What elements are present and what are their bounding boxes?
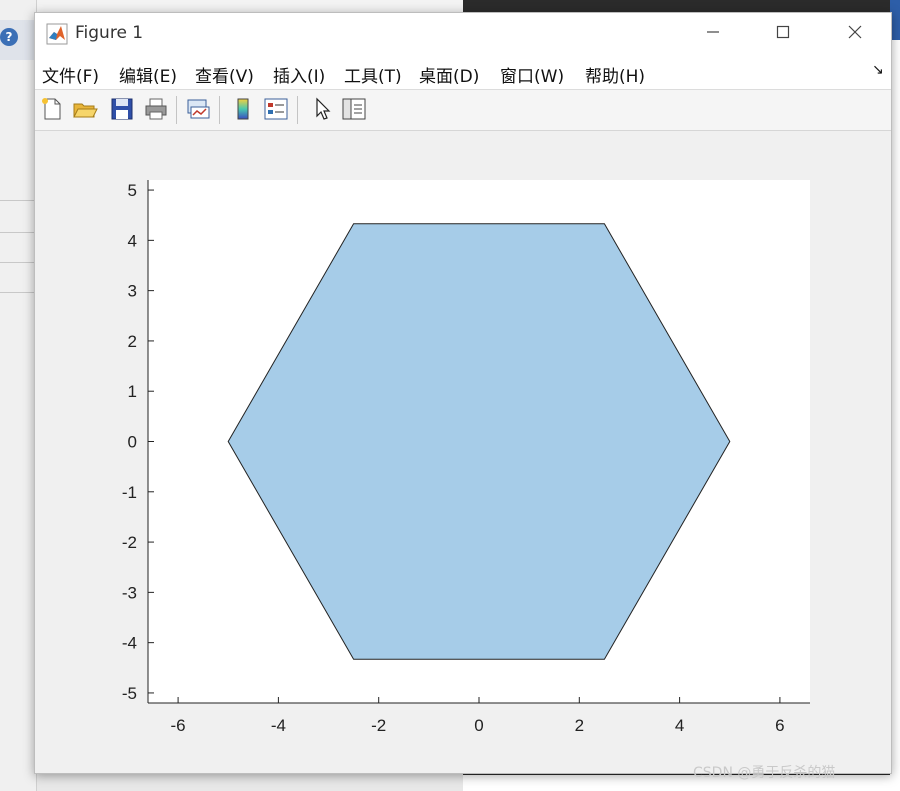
divider xyxy=(0,200,36,201)
menu-bar: 文件(F) 编辑(E) 查看(V) 插入(I) 工具(T) 桌面(D) 窗口(W… xyxy=(35,55,891,90)
toolbar-separator xyxy=(176,96,177,124)
divider xyxy=(0,292,36,293)
link-plot-icon[interactable] xyxy=(185,96,211,122)
x-tick-label: 4 xyxy=(675,716,684,735)
x-tick-label: 0 xyxy=(474,716,483,735)
y-tick-label: -3 xyxy=(122,583,137,602)
title-bar[interactable]: Figure 1 xyxy=(35,13,891,55)
menu-view[interactable]: 查看(V) xyxy=(195,62,254,87)
minimize-icon xyxy=(707,31,719,33)
y-tick-label: 5 xyxy=(128,181,137,200)
property-inspector-icon[interactable] xyxy=(341,96,367,122)
open-file-icon[interactable] xyxy=(72,96,98,122)
y-tick-label: -4 xyxy=(122,634,137,653)
x-tick-label: -2 xyxy=(371,716,386,735)
watermark-text: CSDN @勇于反杀的猫 xyxy=(693,765,836,781)
new-figure-icon[interactable] xyxy=(39,96,65,122)
window-title: Figure 1 xyxy=(75,23,144,43)
figure-window: Figure 1 文件(F) 编辑(E) 查看(V) 插入(I) 工具(T) 桌… xyxy=(34,12,892,774)
y-tick-label: -1 xyxy=(122,483,137,502)
menu-window[interactable]: 窗口(W) xyxy=(500,62,564,87)
divider xyxy=(0,262,36,263)
x-tick-label: 2 xyxy=(575,716,584,735)
axes-chart[interactable]: -6 -4 -2 0 2 4 6 5 4 3 2 1 0 -1 -2 -3 -4 -5 xyxy=(35,131,891,773)
x-tick-label: -6 xyxy=(171,716,186,735)
menu-file[interactable]: 文件(F) xyxy=(42,62,99,87)
plot-area: -6 -4 -2 0 2 4 6 5 4 3 2 1 0 -1 -2 -3 -4 -5 xyxy=(35,131,891,773)
maximize-button[interactable] xyxy=(761,19,805,49)
menu-help[interactable]: 帮助(H) xyxy=(585,62,645,87)
y-tick-label: 0 xyxy=(128,433,137,452)
close-icon xyxy=(848,25,862,39)
maximize-icon xyxy=(776,25,790,39)
x-tick-label: 6 xyxy=(775,716,784,735)
menu-insert[interactable]: 插入(I) xyxy=(273,62,325,87)
insert-legend-icon[interactable] xyxy=(263,96,289,122)
print-icon[interactable] xyxy=(143,96,169,122)
edit-plot-cursor-icon[interactable] xyxy=(310,96,336,122)
y-tick-label: 4 xyxy=(128,231,137,250)
save-icon[interactable] xyxy=(109,96,135,122)
y-tick-label: 1 xyxy=(128,382,137,401)
toolbar xyxy=(35,90,891,131)
divider xyxy=(0,232,36,233)
y-tick-label: 2 xyxy=(128,332,137,351)
insert-colorbar-icon[interactable] xyxy=(230,96,256,122)
minimize-button[interactable] xyxy=(691,19,735,49)
y-tick-label: -2 xyxy=(122,533,137,552)
dock-arrow-icon[interactable]: ↘ xyxy=(872,62,884,78)
help-icon: ? xyxy=(0,28,18,46)
menu-tools[interactable]: 工具(T) xyxy=(344,62,402,87)
background-window-left: ? xyxy=(0,0,37,791)
x-tick-label: -4 xyxy=(271,716,286,735)
toolbar-separator xyxy=(297,96,298,124)
menu-edit[interactable]: 编辑(E) xyxy=(119,62,177,87)
toolbar-separator xyxy=(219,96,220,124)
y-tick-label: -5 xyxy=(122,684,137,703)
close-button[interactable] xyxy=(833,19,877,49)
menu-desktop[interactable]: 桌面(D) xyxy=(419,62,479,87)
matlab-logo-icon xyxy=(46,23,68,45)
y-tick-label: 3 xyxy=(128,282,137,301)
